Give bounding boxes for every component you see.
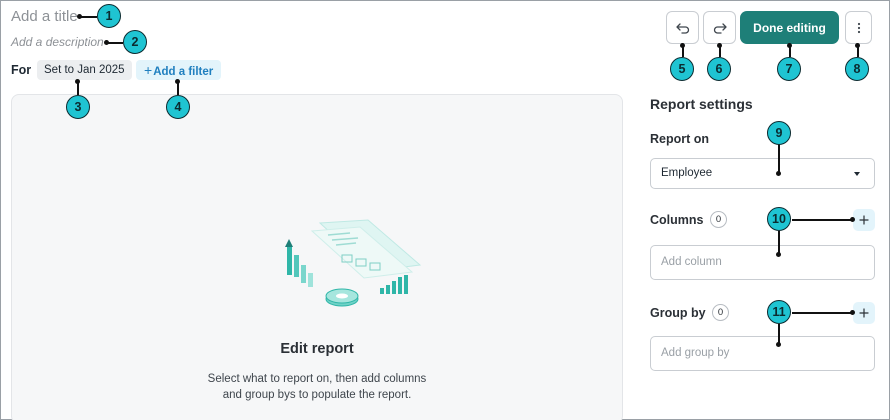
plus-icon: + xyxy=(144,62,153,78)
undo-button[interactable] xyxy=(666,11,699,44)
callout-anchor-dot xyxy=(75,79,80,84)
columns-label: Columns xyxy=(650,213,704,227)
redo-button[interactable] xyxy=(703,11,736,44)
callout-9: 9 xyxy=(767,121,791,145)
callout-6: 6 xyxy=(707,57,731,81)
more-options-button[interactable] xyxy=(845,11,872,44)
callout-8: 8 xyxy=(845,57,869,81)
callout-2: 2 xyxy=(123,30,147,54)
callout-10: 10 xyxy=(767,207,791,231)
plus-icon xyxy=(859,308,869,318)
add-column-input[interactable]: Add column xyxy=(650,245,875,280)
report-illustration xyxy=(285,219,422,307)
empty-state-text: Select what to report on, then add colum… xyxy=(11,371,623,403)
callout-7: 7 xyxy=(777,57,801,81)
date-range-chip[interactable]: Set to Jan 2025 xyxy=(37,60,132,80)
callout-anchor-dot xyxy=(850,217,855,222)
report-on-select[interactable]: Employee xyxy=(650,158,875,189)
report-on-value: Employee xyxy=(661,167,713,179)
callout-anchor-dot xyxy=(77,14,82,19)
callout-anchor-dot xyxy=(776,171,781,176)
callout-4: 4 xyxy=(166,95,190,119)
callout-leader xyxy=(778,231,780,254)
callout-anchor-dot xyxy=(104,40,109,45)
report-settings-title: Report settings xyxy=(650,96,753,112)
callout-leader xyxy=(778,324,780,344)
callout-anchor-dot xyxy=(855,43,860,48)
redo-icon xyxy=(713,22,727,34)
columns-count-badge: 0 xyxy=(710,211,727,228)
add-group-by-button[interactable] xyxy=(853,302,875,324)
report-description-input[interactable]: Add a description xyxy=(11,35,104,49)
callout-anchor-dot xyxy=(776,342,781,347)
callout-1: 1 xyxy=(97,4,121,28)
callout-anchor-dot xyxy=(776,252,781,257)
caret-down-icon xyxy=(854,172,860,176)
report-on-label: Report on xyxy=(650,132,710,146)
empty-state-line-1: Select what to report on, then add colum… xyxy=(207,373,427,385)
group-by-label: Group by xyxy=(650,306,706,320)
callout-11: 11 xyxy=(767,300,791,324)
callout-leader xyxy=(792,312,852,314)
group-by-count-badge: 0 xyxy=(712,304,729,321)
empty-state-line-2: and group bys to populate the report. xyxy=(222,389,412,401)
callout-5: 5 xyxy=(670,57,694,81)
more-vertical-icon xyxy=(857,22,860,33)
add-filter-button[interactable]: +Add a filter xyxy=(136,60,222,80)
report-title-input[interactable]: Add a title xyxy=(11,8,78,25)
callout-anchor-dot xyxy=(680,43,685,48)
callout-leader xyxy=(792,219,852,221)
plus-icon xyxy=(859,215,869,225)
done-editing-button[interactable]: Done editing xyxy=(740,11,839,44)
for-label: For xyxy=(11,63,32,77)
callout-leader xyxy=(778,144,780,173)
callout-3: 3 xyxy=(66,95,90,119)
callout-anchor-dot xyxy=(787,43,792,48)
undo-icon xyxy=(675,22,689,34)
add-group-by-input[interactable]: Add group by xyxy=(650,336,875,371)
callout-anchor-dot xyxy=(717,43,722,48)
callout-anchor-dot xyxy=(850,310,855,315)
empty-state-title: Edit report xyxy=(280,341,354,357)
add-filter-label: Add a filter xyxy=(153,66,214,78)
add-column-button[interactable] xyxy=(853,209,875,231)
callout-anchor-dot xyxy=(175,79,180,84)
